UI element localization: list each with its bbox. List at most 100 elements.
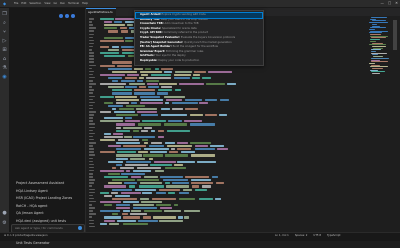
new-chat-icon[interactable] [59, 14, 63, 18]
status-left[interactable]: ⊗ 0 ⚠ 0 product/agents-view.json [4, 234, 48, 237]
testing-icon[interactable]: ⚗ [2, 65, 8, 71]
code-token [100, 222, 108, 225]
code-token [154, 169, 164, 173]
code-token [167, 120, 183, 123]
settings-icon[interactable]: ⚙ [2, 220, 8, 226]
code-token [133, 207, 158, 210]
send-button[interactable] [78, 226, 82, 231]
status-language[interactable]: TypeScript [327, 234, 340, 237]
code-token [116, 148, 141, 151]
code-token [112, 213, 119, 216]
menu-terminal[interactable]: Terminal [68, 2, 79, 5]
code-token [160, 207, 173, 210]
agent-item[interactable]: RotCH - HQA agent [14, 203, 80, 211]
command-palette-item-description: Explore Crypto Lending with Code [161, 13, 206, 16]
line-number [89, 191, 96, 194]
code-token [138, 76, 144, 80]
code-token [115, 204, 131, 207]
menu-run[interactable]: Run [60, 2, 65, 5]
minimize-button[interactable]: — [381, 1, 384, 5]
code-token [112, 197, 138, 200]
code-token [178, 216, 183, 219]
menu-file[interactable]: File [14, 2, 18, 5]
code-token [117, 64, 133, 67]
account-icon[interactable]: ● [2, 210, 8, 216]
line-number [89, 185, 92, 187]
code-token [198, 197, 213, 200]
menu-go[interactable]: Go [53, 2, 57, 5]
code-token [126, 169, 131, 173]
code-token [145, 76, 172, 80]
code-token [112, 61, 133, 64]
code-token [100, 191, 110, 194]
code-token [147, 83, 158, 86]
code-token [164, 154, 188, 157]
code-token [144, 176, 158, 179]
code-token [206, 83, 225, 86]
copilot-icon[interactable]: ◉ [2, 74, 8, 80]
code-token [143, 126, 153, 129]
files-icon[interactable]: ❐ [2, 11, 8, 17]
agent-item[interactable]: HQA Lindsey Agent [14, 188, 80, 196]
code-token [201, 185, 212, 188]
search-icon[interactable]: ⌕ [2, 20, 8, 26]
code-token [100, 111, 111, 114]
line-number [89, 142, 96, 144]
code-token [114, 21, 122, 24]
more-icon[interactable] [71, 14, 75, 18]
run-debug-icon[interactable]: ▷ [2, 38, 8, 44]
line-number [89, 117, 94, 119]
status-encoding[interactable]: UTF-8 [313, 234, 321, 237]
code-token [123, 216, 140, 219]
line-number [89, 132, 96, 135]
close-button[interactable]: ✕ [395, 1, 398, 5]
maximize-button[interactable]: □ [388, 1, 391, 5]
minimap[interactable] [368, 17, 390, 77]
minimap-line [369, 22, 388, 24]
code-token [108, 160, 124, 163]
line-number [89, 24, 93, 26]
code-token [143, 154, 163, 157]
agent-item[interactable]: Project Assessment Assistant [14, 180, 80, 188]
line-number [89, 101, 95, 104]
agent-item[interactable]: QA Jimson Agent [14, 210, 80, 218]
status-right: Ln 1, Col 1 Spaces: 2 UTF-8 TypeScript [275, 234, 340, 237]
line-number [89, 95, 95, 98]
tab-active-file[interactable]: agentDefinitions.ts [86, 8, 116, 17]
code-token [116, 98, 140, 101]
code-token [100, 39, 124, 42]
code-token [140, 197, 149, 200]
extensions-icon[interactable]: ⊞ [2, 47, 8, 53]
line-number-gutter [86, 17, 98, 232]
line-number [89, 73, 94, 76]
status-cursor-position[interactable]: Ln 1, Col 1 [275, 234, 289, 237]
agent-item[interactable]: HSR (ICAO) Project Landing Zones [14, 195, 80, 203]
menu-help[interactable]: Help [82, 2, 88, 5]
menu-selection[interactable]: Selection [29, 2, 41, 5]
command-palette-list: Agent: Ardent Explore Crypto Lending wit… [135, 12, 263, 64]
code-token [104, 216, 122, 219]
code-token [104, 24, 125, 27]
code-token [127, 73, 139, 76]
code-token [119, 27, 127, 30]
line-number [89, 61, 94, 63]
code-token [150, 163, 172, 166]
status-indentation[interactable]: Spaces: 2 [295, 234, 308, 237]
code-token [108, 76, 122, 80]
code-token [165, 101, 170, 104]
scrollbar-thumb[interactable] [393, 20, 397, 50]
code-token [104, 176, 128, 179]
code-token [140, 101, 164, 104]
source-control-icon[interactable]: ⑂ [2, 29, 8, 35]
code-token [167, 145, 192, 148]
code-token [181, 151, 195, 154]
command-palette-item[interactable]: Deployable: Deploy your code to producti… [136, 59, 262, 64]
history-icon[interactable] [65, 14, 69, 18]
code-token [116, 154, 142, 157]
agent-item[interactable]: Unit Tests Generator [14, 240, 80, 248]
remote-icon[interactable]: ⌂ [2, 56, 8, 62]
line-number [89, 200, 96, 203]
menu-view[interactable]: View [44, 2, 50, 5]
menu-edit[interactable]: Edit [21, 2, 26, 5]
vscode-logo-icon: ◆ [3, 0, 7, 6]
